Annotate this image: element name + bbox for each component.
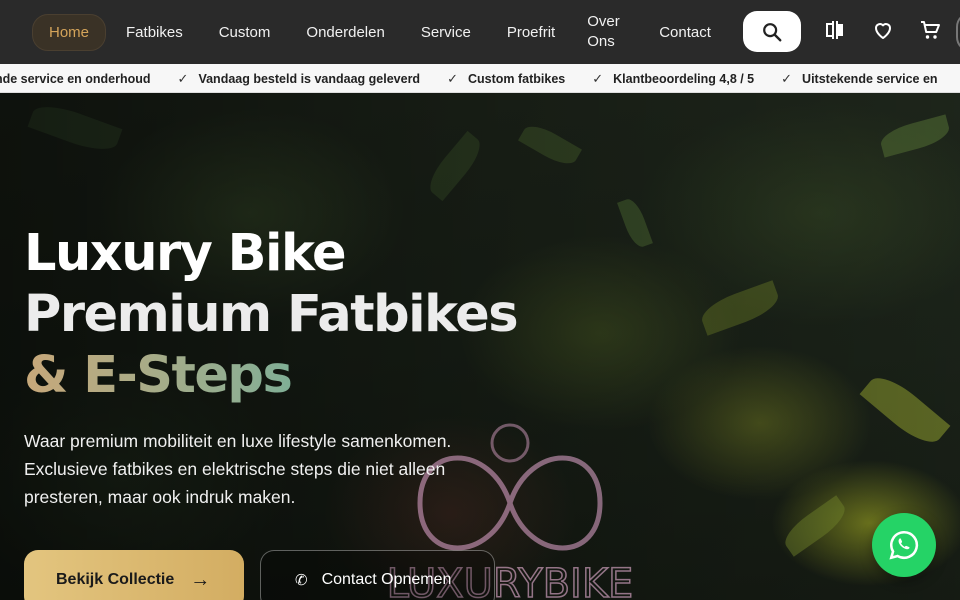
ticker-text: Uitstekende service en: [802, 71, 938, 86]
ticker-text: Klantbeoordeling 4,8 / 5: [613, 71, 755, 86]
cart-icon: [921, 21, 940, 39]
nav-item-onderdelen[interactable]: Onderdelen: [290, 15, 400, 50]
phone-icon: ✆: [295, 572, 308, 589]
search-button[interactable]: [743, 11, 801, 52]
wishlist-button[interactable]: [870, 17, 896, 43]
search-icon: [763, 22, 782, 41]
nav-item-contact[interactable]: Contact: [643, 15, 727, 50]
check-icon: ✓: [447, 70, 458, 86]
hero-title-line-1: Luxury Bike: [24, 224, 347, 283]
nav-item-custom[interactable]: Custom: [203, 15, 287, 50]
contact-button-label: Contact Opnemen: [321, 571, 452, 588]
ticker-item: ✓ Vandaag besteld is vandaag geleverd: [178, 71, 421, 87]
whatsapp-icon: [889, 530, 919, 560]
ticker-text: ende service en onderhoud: [0, 71, 151, 86]
nav-item-home[interactable]: Home: [32, 13, 107, 51]
ticker-text: Custom fatbikes: [467, 71, 566, 86]
check-icon: ✓: [781, 70, 793, 86]
compare-icon: [826, 21, 843, 39]
view-collection-button[interactable]: Bekijk Collectie →: [24, 550, 244, 600]
hero-subtitle: Waar premium mobiliteit en luxe lifestyl…: [24, 431, 452, 507]
nav-item-fatbikes[interactable]: Fatbikes: [110, 15, 199, 50]
contact-button[interactable]: ✆ Contact Opnemen: [260, 550, 495, 600]
ticker-item: ✓ Custom fatbikes: [447, 71, 565, 87]
ticker-text: Vandaag besteld is vandaag geleverd: [198, 71, 421, 86]
top-navigation: Home Fatbikes Custom Onderdelen Service …: [0, 0, 960, 64]
whatsapp-button[interactable]: [872, 513, 936, 577]
ticker-track: ende service en onderhoud ✓ Vandaag beste…: [0, 64, 960, 92]
nav-item-service[interactable]: Service: [405, 15, 487, 50]
account-button[interactable]: [956, 12, 960, 52]
compare-button[interactable]: [822, 17, 848, 43]
hero-title-line-3: & E-Steps: [24, 345, 517, 406]
nav-item-over-ons[interactable]: Over Ons: [575, 12, 639, 52]
ticker-item: ✓ Uitstekende service en: [781, 71, 937, 87]
nav-item-proefrit[interactable]: Proefrit: [491, 15, 571, 50]
arrow-right-icon: →: [190, 568, 211, 591]
check-icon: ✓: [592, 70, 604, 86]
usp-ticker: ende service en onderhoud ✓ Vandaag beste…: [0, 64, 960, 93]
check-icon: ✓: [177, 70, 189, 86]
ticker-item: ende service en onderhoud: [0, 72, 151, 86]
cart-button[interactable]: [917, 17, 943, 43]
nav-links: Home Fatbikes Custom Onderdelen Service …: [32, 0, 731, 64]
hero-section: LUXURYBIKE Luxury Bike Premium Fatbikes …: [0, 93, 960, 600]
hero-title: Luxury Bike Premium Fatbikes & E-Steps: [24, 223, 519, 406]
view-collection-label: Bekijk Collectie: [56, 571, 175, 588]
hero-title-line-2: Premium Fatbikes: [24, 285, 519, 344]
heart-icon: [875, 23, 891, 39]
ticker-item: ✓ Klantbeoordeling 4,8 / 5: [592, 71, 754, 87]
